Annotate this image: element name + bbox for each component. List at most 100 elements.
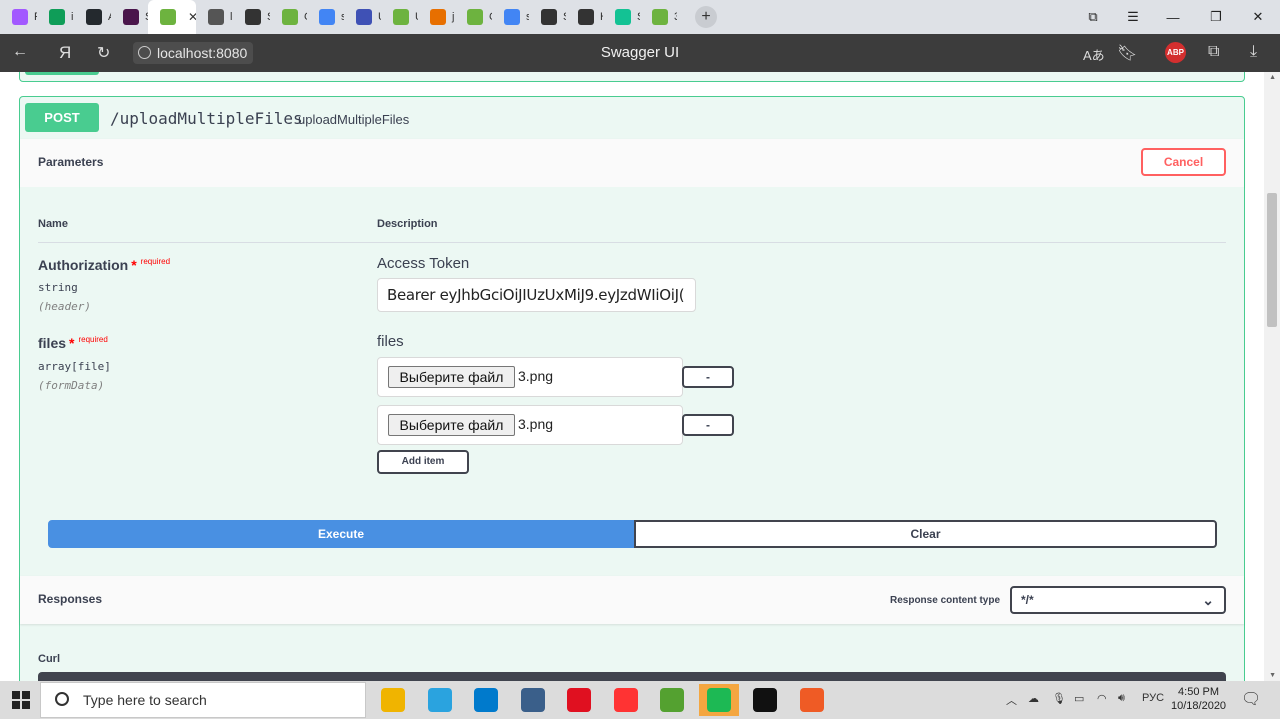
operation-upload-multiple-files: POST /uploadMultipleFiles uploadMultiple… — [19, 96, 1245, 681]
ssms-icon — [520, 688, 545, 712]
browser-tab[interactable]: Pr — [0, 0, 37, 34]
browser-tab[interactable]: 3a — [640, 0, 677, 34]
method-badge[interactable]: POST — [25, 103, 99, 132]
bookmark-icon[interactable]: 🔖︎ — [1117, 43, 1137, 63]
responses-title: Responses — [38, 592, 103, 606]
param-type: array[file] — [38, 360, 111, 373]
remove-item-button[interactable]: - — [682, 366, 734, 388]
previous-operation[interactable] — [19, 72, 1245, 82]
select-value: */* — [1021, 593, 1034, 607]
downloads-icon[interactable]: ⤓ — [1250, 43, 1257, 61]
operation-path[interactable]: /uploadMultipleFiles — [110, 109, 303, 128]
browser-tab[interactable]: Gi — [455, 0, 492, 34]
taskbar-app[interactable] — [698, 684, 739, 716]
close-window-icon[interactable]: ✕ — [1238, 0, 1278, 34]
onedrive-icon[interactable]: ☁ — [1028, 692, 1039, 705]
taskbar-app[interactable] — [559, 684, 599, 716]
minimize-icon[interactable]: — — [1153, 0, 1193, 34]
language-indicator[interactable]: РУС — [1142, 692, 1164, 704]
browser-tab[interactable]: Sp — [529, 0, 566, 34]
taskbar-app[interactable] — [745, 684, 785, 716]
yandex-icon — [613, 688, 638, 712]
taskbar-app[interactable] — [373, 684, 413, 716]
clear-button[interactable]: Clear — [634, 520, 1217, 548]
taskbar-search[interactable]: Type here to search — [40, 682, 366, 718]
menu-icon[interactable]: ☰ — [1113, 0, 1153, 34]
address-bar[interactable]: localhost:8080 — [133, 42, 254, 64]
remove-item-button[interactable]: - — [682, 414, 734, 436]
browser-tab[interactable]: iC — [37, 0, 74, 34]
reload-icon[interactable]: ↻ — [97, 43, 110, 63]
search-icon — [55, 692, 69, 706]
taskbar-app[interactable] — [606, 684, 646, 716]
scrollbar[interactable]: ▲ ▼ — [1264, 72, 1280, 681]
leaf-icon — [282, 9, 298, 25]
browser-tab[interactable]: sp — [307, 0, 344, 34]
response-content-type-label: Response content type — [890, 595, 1001, 606]
tab-actions-icon[interactable]: ⧉ — [1073, 0, 1113, 34]
browser-tab[interactable]: U| — [381, 0, 418, 34]
param-name-text: files — [38, 335, 67, 351]
browser-tab[interactable]: He — [566, 0, 603, 34]
scrollbar-thumb[interactable] — [1267, 193, 1277, 327]
browser-tab[interactable]: U| — [344, 0, 381, 34]
file-item: Выберите файл 3.png — [377, 405, 683, 445]
cancel-button[interactable]: Cancel — [1141, 148, 1226, 176]
extensions-icon[interactable]: ⧉ — [1208, 43, 1219, 61]
param-type: string — [38, 281, 78, 294]
volume-icon[interactable]: 🔊︎ — [1118, 692, 1125, 705]
browser-tab[interactable]: lo — [196, 0, 233, 34]
curl-block[interactable] — [38, 672, 1226, 681]
intellij-icon — [753, 688, 777, 712]
translate-icon[interactable]: Aあ — [1083, 45, 1105, 64]
add-item-button[interactable]: Add item — [377, 450, 469, 474]
close-tab-icon[interactable]: ✕ — [188, 10, 196, 24]
choose-file-button[interactable]: Выберите файл — [388, 366, 515, 388]
browser-tab[interactable]: sp — [492, 0, 529, 34]
column-name: Name — [38, 218, 68, 230]
taskbar-app[interactable] — [652, 684, 692, 716]
browser-toolbar: ← Я ↻ localhost:8080 Swagger UI Aあ 🔖︎ AB… — [0, 34, 1280, 72]
utorrent-icon — [660, 688, 684, 712]
opera-icon — [567, 688, 591, 712]
notifications-icon[interactable]: 🗨︎ — [1241, 689, 1261, 709]
response-content-type-select[interactable]: */* ⌄ — [1010, 586, 1226, 614]
microphone-icon[interactable]: 🎙︎ — [1052, 692, 1066, 705]
show-hidden-icons[interactable]: ︿ — [1006, 692, 1017, 708]
adblock-icon[interactable]: ABP — [1165, 42, 1186, 63]
param-name-authorization: Authorization * required — [38, 257, 170, 273]
choose-file-button[interactable]: Выберите файл — [388, 414, 515, 436]
taskbar-app[interactable] — [513, 684, 553, 716]
browser-tab[interactable]: Sl — [111, 0, 148, 34]
browser-tab[interactable]: Al — [74, 0, 111, 34]
restore-icon[interactable]: ❐ — [1196, 0, 1236, 34]
clock[interactable]: 4:50 PM 10/18/2020 — [1171, 685, 1226, 713]
google-icon — [504, 9, 520, 25]
github-icon — [86, 9, 102, 25]
file-name: 3.png — [518, 416, 554, 432]
search-placeholder: Type here to search — [83, 692, 207, 708]
url-text: localhost:8080 — [157, 45, 248, 61]
windows-taskbar: Type here to search ︿ ☁ 🎙︎ ▭ ◠ 🔊︎ РУС 4:… — [0, 681, 1280, 719]
browser-tab[interactable]: Sp — [603, 0, 640, 34]
swagger-icon — [245, 9, 261, 25]
new-tab-button[interactable]: + — [695, 6, 717, 28]
battery-icon[interactable]: ▭ — [1074, 692, 1084, 705]
wifi-icon[interactable]: ◠ — [1097, 692, 1107, 705]
scroll-up-icon[interactable]: ▲ — [1269, 74, 1276, 81]
scroll-down-icon[interactable]: ▼ — [1269, 672, 1276, 679]
document-icon — [208, 9, 224, 25]
vscode-icon — [474, 688, 498, 712]
taskbar-app[interactable] — [792, 684, 832, 716]
browser-tab[interactable]: Sp — [233, 0, 270, 34]
authorization-input[interactable]: Bearer eyJhbGciOiJIUzUxMiJ9.eyJzdWIiOiJ( — [377, 278, 696, 312]
browser-tab[interactable]: Gi — [270, 0, 307, 34]
browser-tab[interactable]: ✕ — [148, 0, 196, 34]
back-icon[interactable]: ← — [12, 43, 28, 61]
taskbar-app[interactable] — [466, 684, 506, 716]
taskbar-app[interactable] — [420, 684, 460, 716]
windows-start-icon[interactable] — [12, 691, 30, 709]
browser-tab[interactable]: ja — [418, 0, 455, 34]
yandex-logo-icon[interactable]: Я — [59, 43, 71, 63]
execute-button[interactable]: Execute — [48, 520, 634, 548]
